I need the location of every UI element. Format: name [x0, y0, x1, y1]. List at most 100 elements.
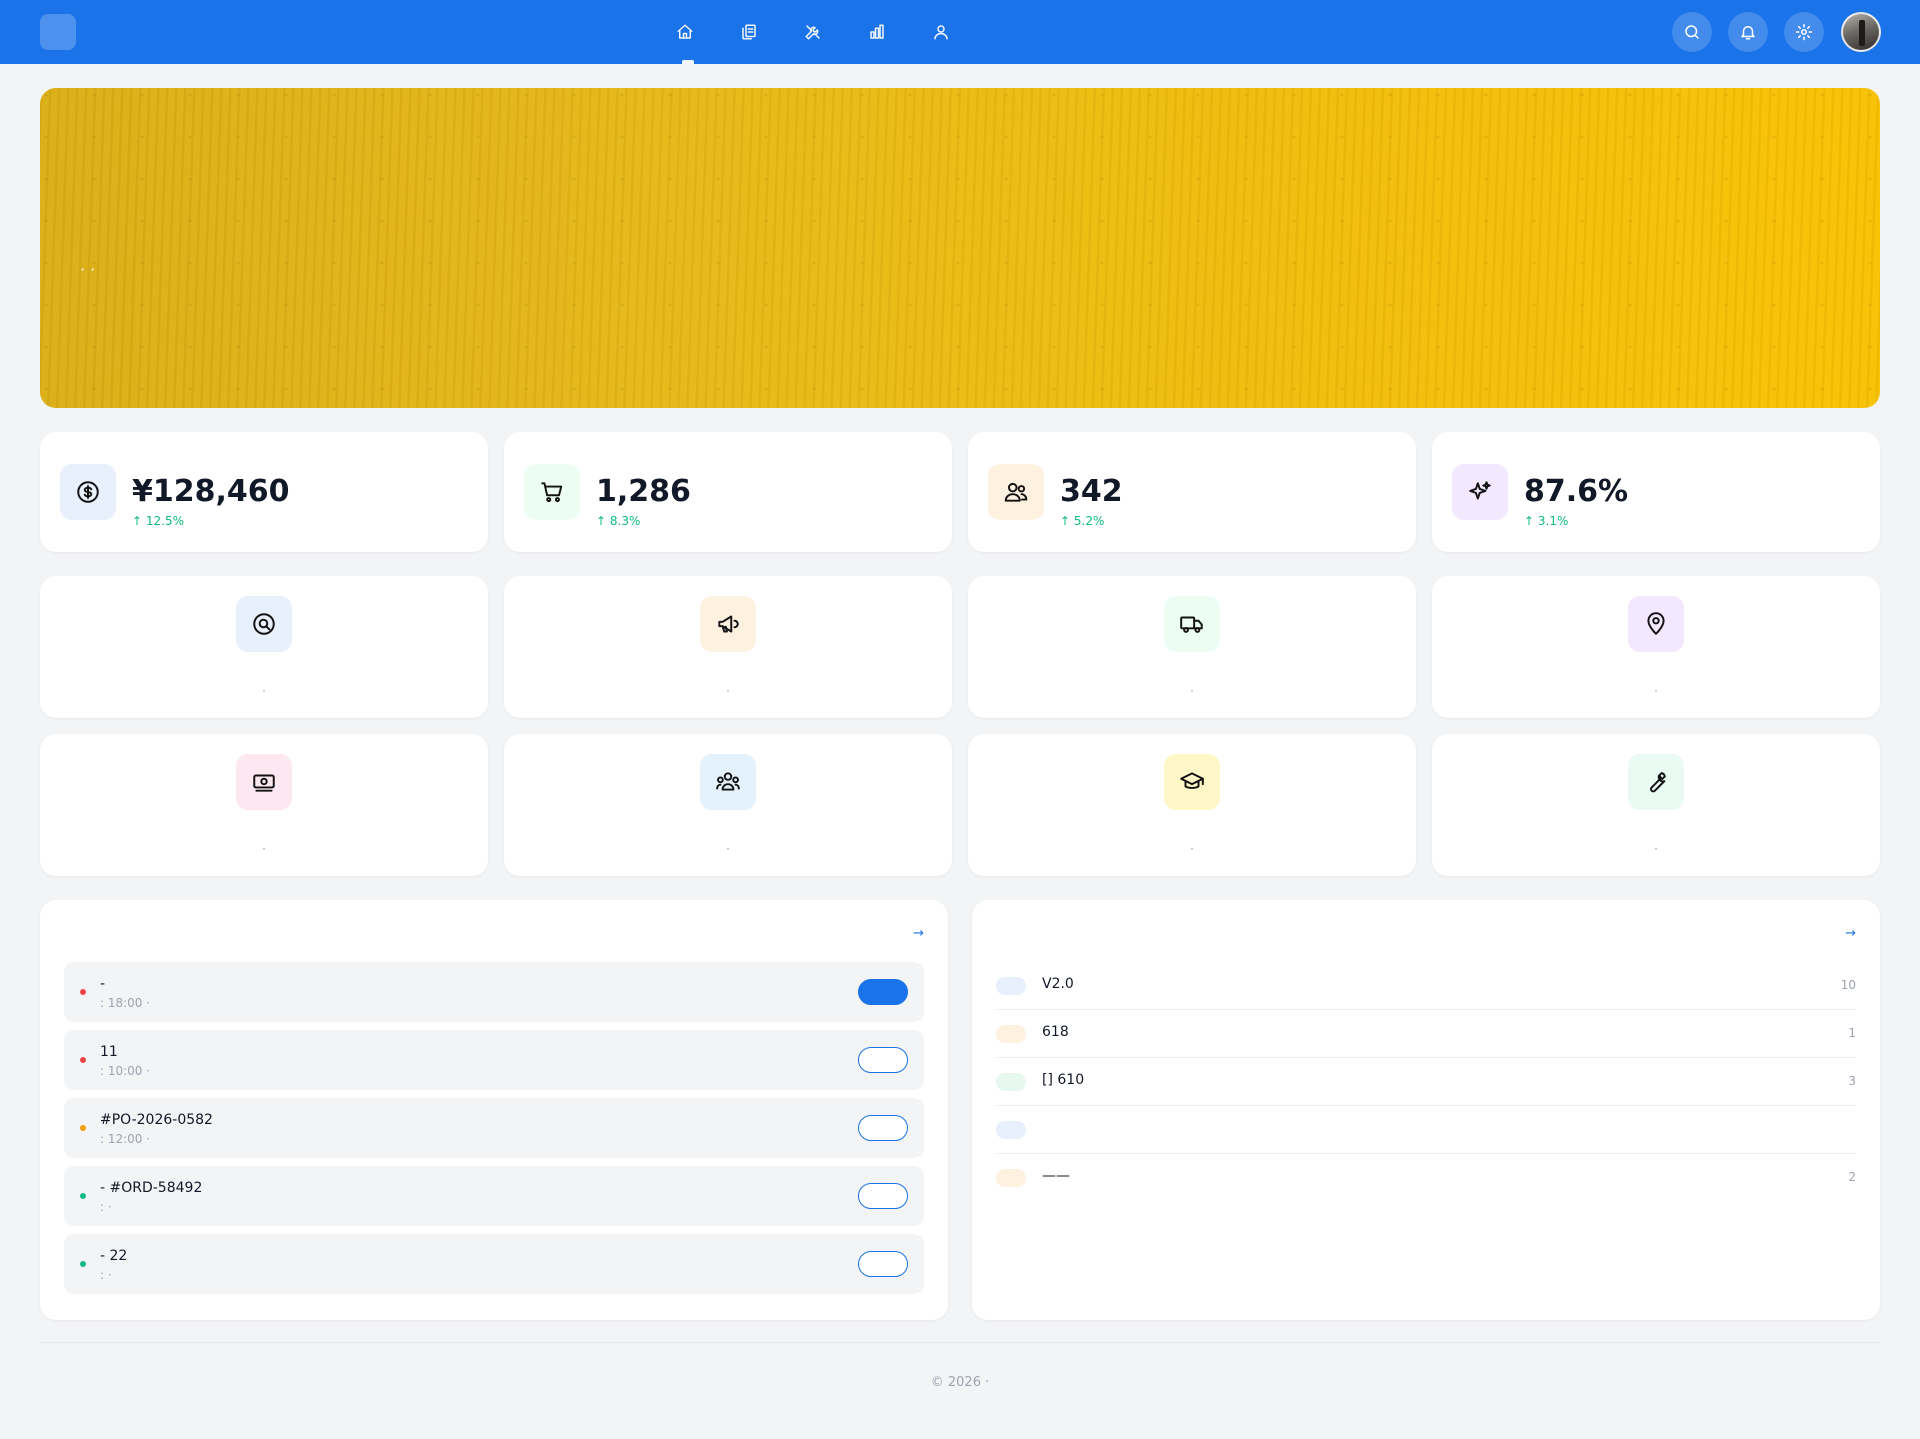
stat-icon-bg — [60, 464, 116, 520]
feature-tile-3[interactable]: · — [968, 576, 1416, 718]
avatar[interactable] — [1841, 12, 1881, 52]
notice-text: —— — [1042, 1168, 1070, 1184]
feature-tile-5[interactable]: · — [40, 734, 488, 876]
notice-tag — [996, 1073, 1026, 1091]
notice-item[interactable]: V2.0 10 — [996, 962, 1856, 1010]
task-item[interactable]: 11 : 10:00 · — [64, 1030, 924, 1090]
gear-icon — [1795, 23, 1813, 41]
stat-trend: ↑ 8.3% — [596, 514, 641, 528]
stat-card-users[interactable]: 342 ↑ 5.2% — [968, 432, 1416, 552]
hero-subtitle: · · — [80, 260, 96, 279]
notice-item[interactable]: —— 2 — [996, 1154, 1856, 1202]
feature-tile-2[interactable]: · — [504, 576, 952, 718]
notice-tag — [996, 1169, 1026, 1187]
stat-card-orders[interactable]: 1,286 ↑ 8.3% — [504, 432, 952, 552]
priority-dot — [80, 1125, 86, 1131]
stat-trend: ↑ 5.2% — [1060, 514, 1105, 528]
tile-desc: · — [262, 684, 266, 698]
task-meta: : 12:00 · — [100, 1132, 151, 1146]
task-meta: : 18:00 · — [100, 996, 151, 1010]
notice-item[interactable]: 618 1 — [996, 1010, 1856, 1058]
task-title: #PO-2026-0582 — [100, 1112, 213, 1128]
search-button[interactable] — [1672, 12, 1712, 52]
tile-icon-bg — [1628, 596, 1684, 652]
notice-item[interactable] — [996, 1106, 1856, 1154]
hero-texture — [40, 88, 1880, 408]
notice-item[interactable]: [] 610 3 — [996, 1058, 1856, 1106]
task-action-button[interactable] — [858, 979, 908, 1005]
tasks-view-all-link[interactable]: → — [913, 926, 924, 941]
brand-logo-icon — [40, 14, 76, 50]
graduation-icon — [1180, 772, 1204, 789]
stat-value: 342 — [1060, 474, 1123, 509]
cart-icon — [541, 482, 563, 503]
tile-icon-bg — [236, 754, 292, 810]
feature-tile-6[interactable]: · — [504, 734, 952, 876]
tile-icon-bg — [1164, 596, 1220, 652]
truck-icon — [1180, 616, 1203, 633]
task-item[interactable]: #PO-2026-0582 : 12:00 · — [64, 1098, 924, 1158]
task-action-button[interactable] — [858, 1047, 908, 1073]
tile-desc: · — [1190, 684, 1194, 698]
nav-item-documents[interactable] — [740, 0, 764, 64]
wrench-icon — [1650, 772, 1666, 793]
stat-value: 87.6% — [1524, 474, 1629, 509]
notice-time: 2 — [1848, 1170, 1856, 1184]
task-item[interactable]: - #ORD-58492 : · — [64, 1166, 924, 1226]
stat-value: 1,286 — [596, 474, 691, 509]
stat-card-revenue[interactable]: ¥128,460 ↑ 12.5% — [40, 432, 488, 552]
nav-item-analytics[interactable] — [868, 0, 892, 64]
priority-dot — [80, 1057, 86, 1063]
task-item[interactable]: - : 18:00 · — [64, 962, 924, 1022]
stat-card-rate[interactable]: 87.6% ↑ 3.1% — [1432, 432, 1880, 552]
task-action-button[interactable] — [858, 1251, 908, 1277]
tile-desc: · — [1190, 842, 1194, 856]
nav-item-profile[interactable] — [932, 0, 956, 64]
feature-tile-1[interactable]: · — [40, 576, 488, 718]
notifications-button[interactable] — [1728, 12, 1768, 52]
tasks-panel: → - : 18:00 · 11 : 10:00 · #PO-2026-0582… — [40, 900, 948, 1320]
task-item[interactable]: - 22 : · — [64, 1234, 924, 1294]
stat-icon-bg — [988, 464, 1044, 520]
task-meta: : 10:00 · — [100, 1064, 151, 1078]
settings-button[interactable] — [1784, 12, 1824, 52]
user-icon — [934, 25, 948, 40]
notice-text: 618 — [1042, 1024, 1069, 1040]
cash-icon — [253, 774, 275, 792]
notice-tag — [996, 1121, 1026, 1139]
notices-view-all-link[interactable]: → — [1845, 926, 1856, 941]
tile-desc: · — [262, 842, 266, 856]
nav-item-home[interactable] — [676, 0, 700, 64]
tile-desc: · — [1654, 842, 1658, 856]
feature-tile-4[interactable]: · — [1432, 576, 1880, 718]
task-action-button[interactable] — [858, 1183, 908, 1209]
documents-icon — [742, 24, 756, 40]
tools-icon — [805, 25, 820, 40]
task-title: - #ORD-58492 — [100, 1180, 203, 1196]
feature-tile-8[interactable]: · — [1432, 734, 1880, 876]
megaphone-icon — [718, 615, 739, 633]
task-action-button[interactable] — [858, 1115, 908, 1141]
task-meta: : · — [100, 1200, 112, 1214]
task-title: 11 — [100, 1044, 118, 1060]
hero-banner: · · — [40, 88, 1880, 408]
main-nav — [676, 0, 996, 64]
task-title: - — [100, 976, 106, 992]
notice-time: 10 — [1840, 978, 1856, 992]
feature-tile-7[interactable]: · — [968, 734, 1416, 876]
search-icon — [1685, 25, 1699, 39]
sparkle-icon — [1469, 481, 1491, 500]
users-icon — [1004, 482, 1028, 502]
tile-icon-bg — [700, 596, 756, 652]
search-icon — [253, 613, 275, 635]
nav-item-tools[interactable] — [804, 0, 828, 64]
priority-dot — [80, 1193, 86, 1199]
home-icon — [677, 24, 693, 39]
notice-text: V2.0 — [1042, 976, 1074, 992]
brand[interactable] — [40, 14, 86, 50]
dollar-icon — [77, 481, 99, 503]
stat-trend: ↑ 12.5% — [132, 514, 184, 528]
tile-icon-bg — [1628, 754, 1684, 810]
notice-tag — [996, 977, 1026, 995]
footer-copyright: © 2026 · — [930, 1375, 990, 1390]
